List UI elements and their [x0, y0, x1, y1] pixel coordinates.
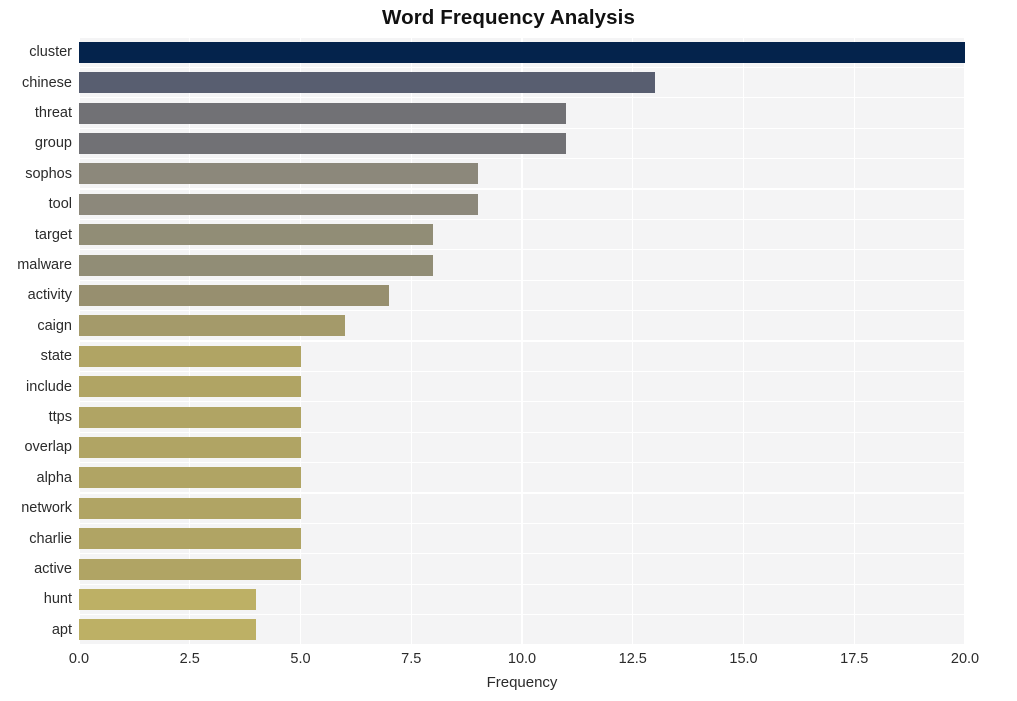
y-axis-tick-labels: cluster chinese threat group sophos tool targe… [0, 37, 72, 645]
gridline-horizontal [79, 613, 965, 616]
y-axis-tick-label: charlie [29, 530, 72, 547]
bar [79, 588, 257, 610]
y-axis-tick-label: group [34, 135, 72, 152]
y-axis-tick-label: chinese [22, 74, 72, 91]
y-axis-tick-label: activity [27, 287, 72, 304]
y-axis-tick-label: include [26, 378, 72, 395]
x-axis-tick-labels: 0.0 2.5 5.0 7.5 10.0 12.5 15.0 17.5 20.0 [0, 651, 1017, 673]
bar [79, 284, 390, 306]
gridline-horizontal [79, 553, 965, 555]
gridline-horizontal [79, 97, 965, 99]
gridline-horizontal [79, 492, 965, 494]
bar [79, 102, 567, 124]
y-axis-tick-label: threat [34, 105, 72, 121]
bar [79, 72, 655, 94]
x-axis-tick-label: 10.0 [507, 651, 537, 667]
word-frequency-chart-figure: Word Frequency Analysis cluster chinese th… [0, 0, 1017, 701]
bar [79, 467, 301, 489]
bar [79, 41, 965, 63]
y-axis-tick-label: ttps [48, 409, 72, 425]
gridline-horizontal [79, 644, 965, 645]
gridline-horizontal [79, 127, 965, 129]
gridline-horizontal [79, 461, 965, 464]
bar [79, 254, 434, 276]
bar [79, 406, 301, 428]
bar [79, 376, 301, 398]
y-axis-tick-label: network [21, 500, 72, 517]
gridline-horizontal [79, 401, 965, 403]
x-axis-tick-label: 17.5 [840, 651, 869, 667]
gridline-horizontal [79, 157, 965, 160]
y-axis-tick-label: apt [51, 621, 72, 638]
bar [79, 528, 301, 550]
y-axis-tick-label: caign [37, 317, 72, 334]
x-axis-tick-label: 20.0 [950, 651, 980, 667]
y-axis-tick-label: tool [48, 196, 72, 213]
bar [79, 224, 434, 246]
x-axis-tick-label: 0.0 [68, 651, 90, 667]
y-axis-tick-label: active [34, 561, 72, 577]
x-axis-title: Frequency [486, 674, 558, 691]
bar [79, 619, 257, 641]
bar [79, 345, 301, 367]
y-axis-tick-label: state [40, 348, 72, 365]
gridline-horizontal [79, 37, 965, 38]
gridline-horizontal [79, 279, 965, 281]
y-axis-tick-label: overlap [24, 439, 72, 456]
plot-area [79, 37, 965, 645]
gridline-horizontal [79, 66, 965, 69]
x-axis-tick-label: 15.0 [729, 651, 758, 667]
gridline-horizontal [79, 522, 965, 525]
gridline-horizontal [79, 188, 965, 190]
gridline-horizontal [79, 218, 965, 221]
y-axis-tick-label: hunt [43, 591, 72, 608]
x-axis-tick-label: 7.5 [401, 651, 422, 667]
gridline-horizontal [79, 340, 965, 342]
bar [79, 193, 478, 215]
bar [79, 497, 301, 519]
bar [79, 436, 301, 458]
x-axis-tick-label: 2.5 [179, 651, 200, 667]
y-axis-tick-label: sophos [25, 165, 72, 182]
x-axis-tick-label: 12.5 [618, 651, 647, 667]
gridline-horizontal [79, 309, 965, 312]
bar [79, 163, 478, 185]
gridline-horizontal [79, 249, 965, 251]
y-axis-tick-label: malware [17, 257, 72, 273]
x-axis-tick-label: 5.0 [290, 651, 311, 667]
gridline-horizontal [79, 431, 965, 433]
bar [79, 315, 345, 337]
gridline-horizontal [79, 370, 965, 373]
bar [79, 132, 567, 154]
y-axis-tick-label: target [34, 226, 72, 243]
y-axis-tick-label: alpha [36, 469, 72, 486]
bar [79, 558, 301, 580]
chart-title: Word Frequency Analysis [382, 6, 635, 29]
y-axis-tick-label: cluster [29, 44, 72, 61]
gridline-horizontal [79, 583, 965, 585]
